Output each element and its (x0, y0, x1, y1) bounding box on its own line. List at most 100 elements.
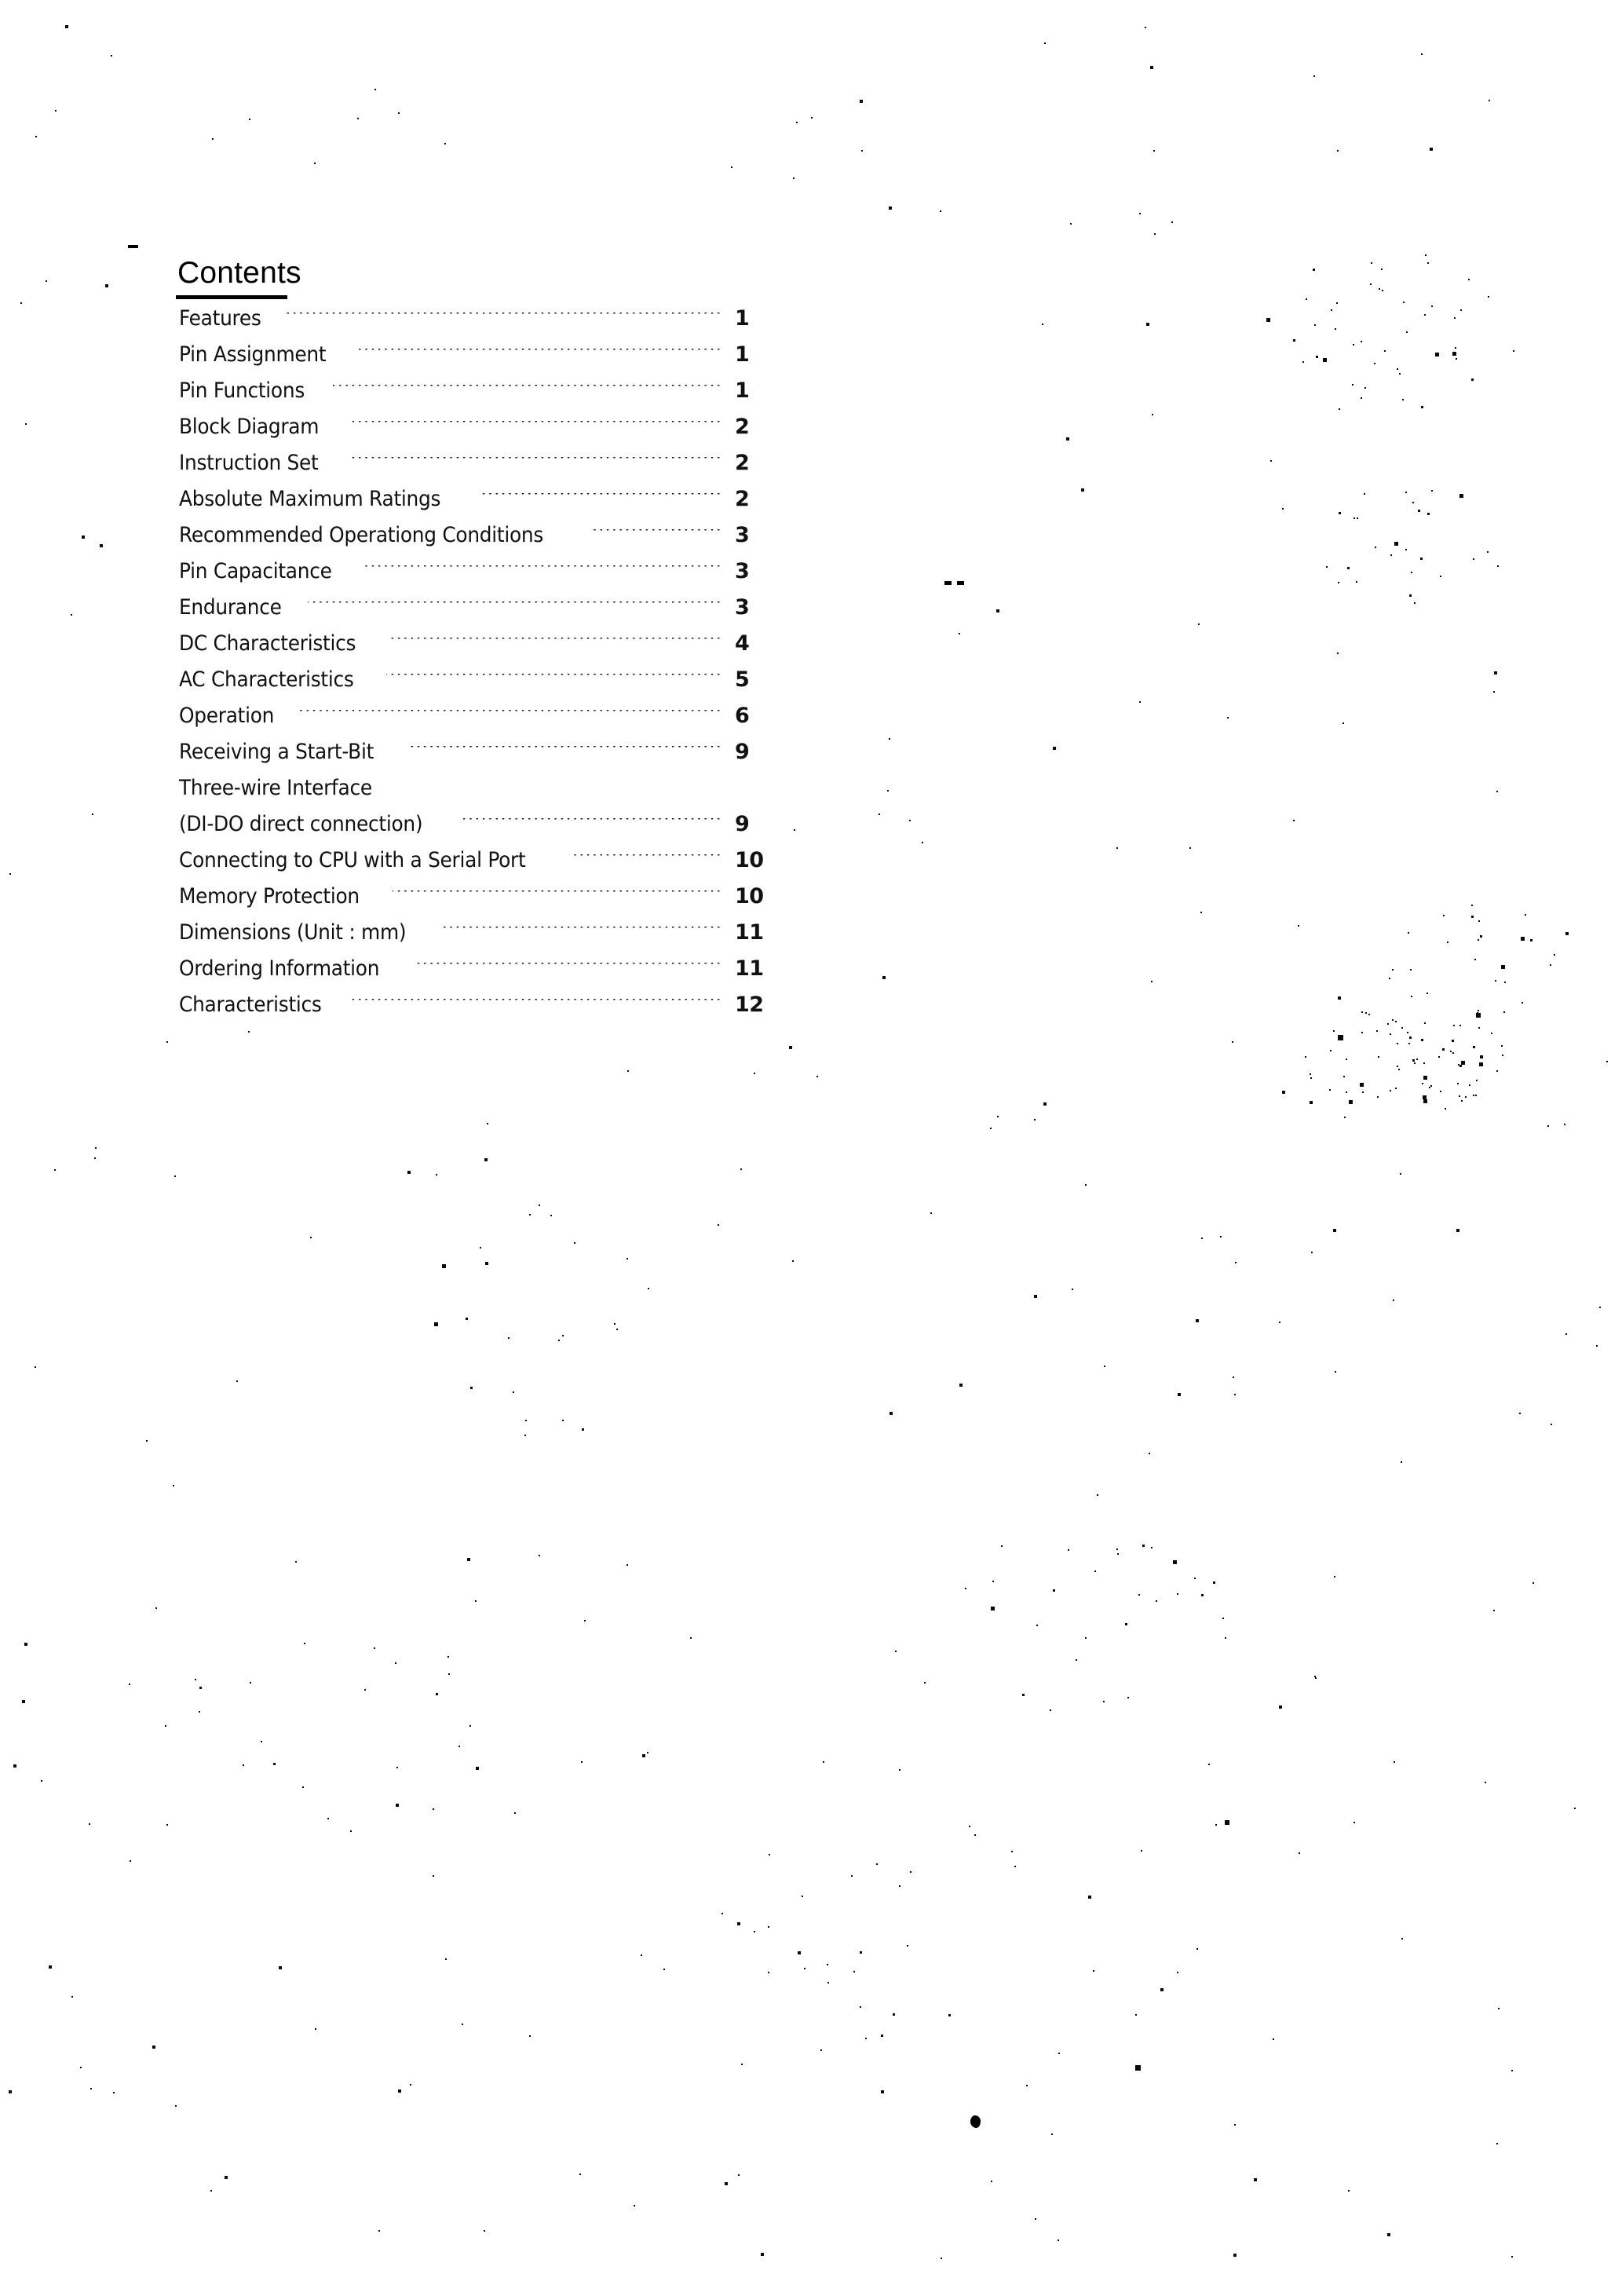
scan-speck (1496, 1070, 1498, 1072)
scan-speck (1606, 1061, 1608, 1062)
scan-speck (1409, 1036, 1412, 1039)
scan-speck (41, 1780, 42, 1782)
scan-speck (550, 1215, 552, 1216)
scan-speck (20, 302, 22, 304)
scan-speck (1348, 2190, 1350, 2192)
scan-speck (1337, 150, 1339, 152)
scan-speck (1085, 1637, 1087, 1639)
scan-speck (1468, 279, 1470, 280)
scan-speck (1196, 1948, 1198, 1950)
scan-speck (1478, 1027, 1480, 1029)
scan-speck (1498, 2008, 1500, 2009)
toc-entry[interactable]: DC Characteristics 4 (179, 631, 776, 667)
scan-speck (1473, 558, 1474, 560)
scan-speck (1220, 1236, 1222, 1238)
scan-speck (768, 1972, 769, 1973)
scan-speck (248, 1031, 250, 1033)
scan-speck (484, 1158, 488, 1161)
scan-speck (1310, 1073, 1311, 1075)
scan-speck (1461, 1100, 1463, 1102)
scan-speck (1154, 233, 1156, 235)
toc-entry[interactable]: Endurance 3 (179, 595, 776, 631)
scan-speck (1233, 2254, 1237, 2257)
scan-speck (1405, 549, 1407, 550)
scan-speck (1530, 939, 1532, 941)
scan-speck (804, 1968, 806, 1969)
scan-speck (49, 1965, 52, 1969)
scan-speck (1377, 1096, 1379, 1098)
scan-speck (1459, 494, 1463, 498)
scan-speck (1293, 820, 1295, 821)
scan-speck (1477, 1012, 1478, 1014)
scan-speck (480, 1247, 481, 1249)
scan-speck (889, 207, 892, 210)
scan-speck (584, 1620, 586, 1621)
scan-speck (1305, 1056, 1306, 1058)
scan-speck (627, 1070, 629, 1072)
toc-entry[interactable]: Memory Protection 10 (179, 884, 776, 920)
toc-entry[interactable]: (DI-DO direct connection) 9 (179, 812, 776, 848)
scan-speck (100, 544, 103, 547)
toc-entry[interactable]: Receiving a Start-Bit 9 (179, 740, 776, 776)
scan-speck (1145, 27, 1146, 28)
scan-speck (279, 1966, 282, 1969)
scan-speck (1497, 565, 1499, 567)
toc-entry[interactable]: Ordering Information 11 (179, 956, 776, 993)
toc-entry[interactable]: Block Diagram 2 (179, 415, 776, 451)
toc-entry[interactable]: Recommended Operationg Conditions 3 (179, 523, 776, 559)
toc-dot-leader (348, 457, 722, 470)
scan-speck (1457, 1083, 1459, 1084)
scan-speck (71, 614, 72, 616)
scan-speck (1414, 1062, 1416, 1064)
toc-entry[interactable]: Pin Capacitance 3 (179, 559, 776, 595)
toc-entry[interactable]: Operation 6 (179, 704, 776, 740)
scan-speck (1438, 1056, 1440, 1058)
scan-speck (249, 119, 250, 120)
scan-speck (1397, 1043, 1398, 1044)
scan-speck (1116, 847, 1118, 849)
scan-speck (1360, 1083, 1364, 1087)
toc-entry[interactable]: AC Characteristics 5 (179, 667, 776, 704)
scan-speck (1337, 653, 1339, 654)
scan-speck (1014, 1866, 1016, 1867)
scan-speck (1411, 572, 1412, 573)
scan-speck (9, 2090, 12, 2093)
toc-entry-page-number: 3 (735, 559, 750, 583)
scan-speck (853, 1971, 855, 1972)
scan-speck (1424, 314, 1426, 316)
scan-speck (1357, 517, 1358, 519)
scan-speck (1421, 53, 1423, 55)
scan-speck (111, 55, 112, 57)
scan-speck (1392, 969, 1394, 971)
scan-speck (9, 873, 11, 875)
toc-entry[interactable]: Absolute Maximum Ratings 2 (179, 487, 776, 523)
scan-speck (1389, 978, 1390, 979)
scan-speck (1521, 937, 1525, 941)
toc-entry-label: Operation (179, 704, 275, 728)
toc-entry[interactable]: Characteristics 12 (179, 993, 776, 1029)
scan-speck (1076, 1659, 1077, 1661)
scan-speck (398, 112, 400, 114)
toc-entry[interactable]: Three-wire Interface (179, 776, 776, 812)
scan-speck (1480, 1055, 1483, 1058)
scan-speck (1532, 1582, 1534, 1584)
toc-entry[interactable]: Dimensions (Unit : mm) 11 (179, 920, 776, 956)
scan-speck (895, 1651, 897, 1652)
toc-entry[interactable]: Pin Assignment 1 (179, 342, 776, 378)
scan-speck (396, 1804, 399, 1807)
scan-speck (1494, 671, 1497, 675)
toc-entry[interactable]: Features 1 (179, 306, 776, 342)
scan-speck (1104, 1366, 1105, 1367)
toc-entry[interactable]: Connecting to CPU with a Serial Port 10 (179, 848, 776, 884)
scan-speck (524, 1435, 526, 1436)
scan-speck (1364, 387, 1366, 389)
toc-entry[interactable]: Pin Functions 1 (179, 378, 776, 415)
toc-entry-page-number: 1 (735, 342, 750, 367)
toc-entry[interactable]: Instruction Set 2 (179, 451, 776, 487)
toc-entry-page-number: 9 (735, 740, 750, 764)
scan-blob-lower-center (970, 2115, 981, 2128)
scan-speck (476, 1767, 479, 1770)
scan-speck (1194, 1578, 1196, 1579)
scan-speck (614, 1323, 616, 1325)
scan-speck (1408, 932, 1409, 934)
